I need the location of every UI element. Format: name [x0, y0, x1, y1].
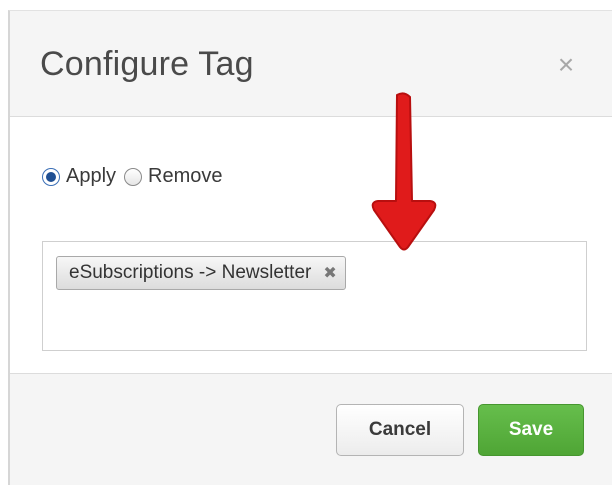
modal-title: Configure Tag: [40, 45, 254, 83]
remove-radio[interactable]: [124, 167, 143, 186]
cancel-button[interactable]: Cancel: [336, 404, 464, 456]
remove-radio-label: Remove: [148, 165, 223, 187]
remove-radio-option[interactable]: Remove: [124, 165, 223, 188]
close-icon[interactable]: ×: [550, 49, 582, 81]
tag-chip-label: eSubscriptions -> Newsletter: [69, 262, 312, 283]
apply-radio-label: Apply: [66, 165, 117, 187]
tag-input-box[interactable]: eSubscriptions -> Newsletter ✖: [42, 241, 587, 351]
page: Configure Tag × Apply Remove eSubscripti…: [0, 0, 612, 485]
save-button[interactable]: Save: [478, 404, 584, 456]
modal-header: Configure Tag ×: [10, 11, 612, 117]
tag-chip: eSubscriptions -> Newsletter ✖: [56, 256, 346, 290]
tag-remove-icon[interactable]: ✖: [323, 263, 336, 283]
configure-tag-modal: Configure Tag × Apply Remove eSubscripti…: [8, 10, 612, 485]
modal-footer: Cancel Save: [10, 373, 612, 485]
apply-radio-option[interactable]: Apply: [42, 165, 116, 188]
modal-body: Apply Remove eSubscriptions -> Newslette…: [10, 117, 612, 383]
tag-mode-radio-group: Apply Remove: [42, 165, 231, 188]
apply-radio[interactable]: [42, 167, 60, 186]
